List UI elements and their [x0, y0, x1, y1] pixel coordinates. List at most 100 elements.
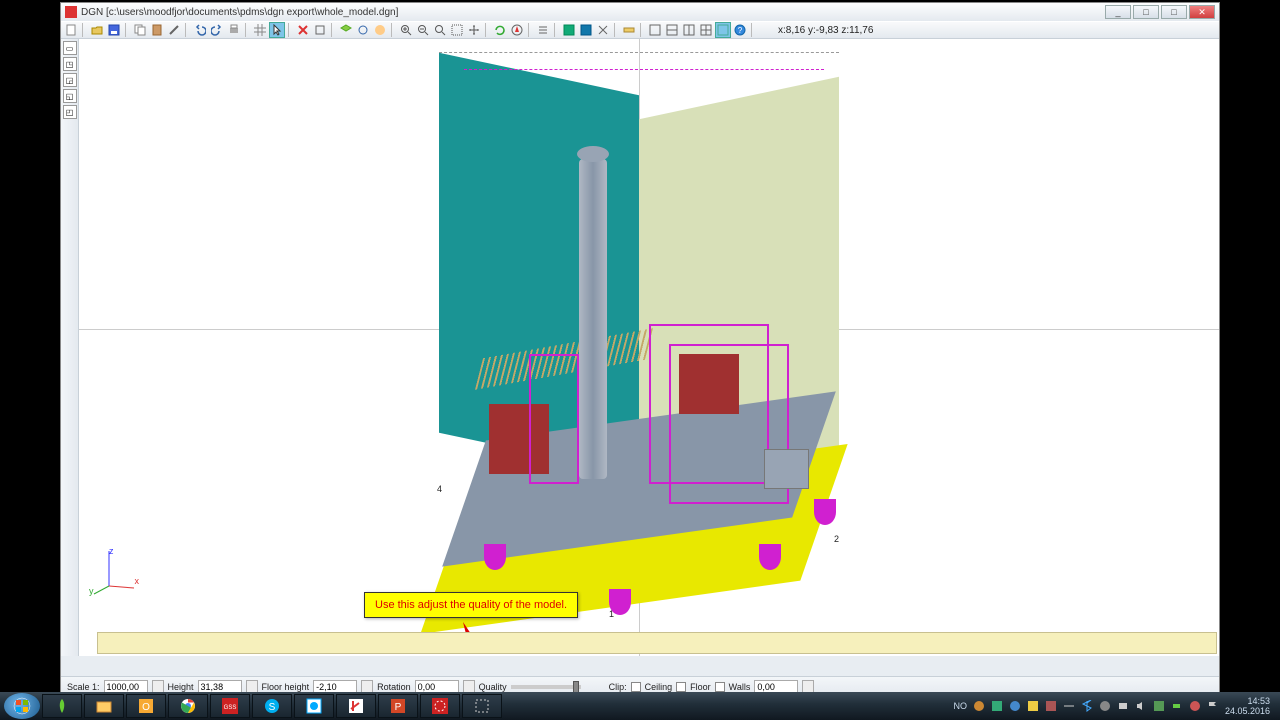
marker-2: 2 — [834, 534, 839, 544]
svg-text:GSS: GSS — [224, 705, 237, 711]
list-icon[interactable] — [535, 22, 551, 38]
tray-clock[interactable]: 14:53 24.05.2016 — [1225, 696, 1270, 716]
print-icon[interactable] — [226, 22, 242, 38]
window-b-icon[interactable] — [664, 22, 680, 38]
side-toolbar: ▭ ◳ ◲ ◱ ◰ — [61, 39, 79, 656]
zoom-out-icon[interactable] — [415, 22, 431, 38]
palette-icon[interactable] — [372, 22, 388, 38]
taskbar-skype-icon[interactable]: S — [252, 694, 292, 718]
ceiling-label: Ceiling — [645, 682, 673, 692]
tray-network-icon[interactable] — [1117, 700, 1129, 712]
copy-icon[interactable] — [132, 22, 148, 38]
tower-cap — [577, 146, 609, 162]
tray-icon-2[interactable] — [991, 700, 1003, 712]
export-b-icon[interactable] — [578, 22, 594, 38]
delete-icon[interactable] — [295, 22, 311, 38]
open-icon[interactable] — [89, 22, 105, 38]
floorheight-label: Floor height — [262, 682, 310, 692]
zoom-fit-icon[interactable] — [432, 22, 448, 38]
file-path: [c:\users\moodfjor\documents\pdms\dgn ex… — [106, 7, 398, 18]
rotation-label: Rotation — [377, 682, 411, 692]
taskbar-explorer-icon[interactable] — [84, 694, 124, 718]
tray-icon-4[interactable] — [1027, 700, 1039, 712]
support-foot-1 — [484, 544, 506, 570]
walls-checkbox[interactable] — [715, 682, 725, 692]
support-foot-3 — [759, 544, 781, 570]
quality-label: Quality — [479, 682, 507, 692]
taskbar-app-1[interactable] — [42, 694, 82, 718]
marker-4: 4 — [437, 484, 442, 494]
window-c-icon[interactable] — [681, 22, 697, 38]
paste-icon[interactable] — [149, 22, 165, 38]
tray-icon-1[interactable] — [973, 700, 985, 712]
view-icon[interactable] — [355, 22, 371, 38]
tooltip-annotation: Use this adjust the quality of the model… — [364, 592, 578, 618]
floor-label: Floor — [690, 682, 711, 692]
tray-bluetooth-icon[interactable] — [1081, 700, 1093, 712]
tray-icon-11[interactable] — [1153, 700, 1165, 712]
save-icon[interactable] — [106, 22, 122, 38]
tray-icon-5[interactable] — [1045, 700, 1057, 712]
support-foot-4 — [814, 499, 836, 525]
cursor-mode-icon[interactable] — [269, 22, 285, 38]
restore-button[interactable]: □ — [1133, 5, 1159, 19]
tray-icon-13[interactable] — [1189, 700, 1201, 712]
pan-icon[interactable] — [466, 22, 482, 38]
start-button[interactable] — [4, 693, 40, 719]
tray-icon-6[interactable] — [1063, 700, 1075, 712]
floor-checkbox[interactable] — [676, 682, 686, 692]
maximize-button[interactable]: □ — [1161, 5, 1187, 19]
tool-icon[interactable] — [166, 22, 182, 38]
tray-volume-icon[interactable] — [1135, 700, 1147, 712]
tray-lang[interactable]: NO — [953, 701, 967, 711]
taskbar-app-11[interactable] — [462, 694, 502, 718]
new-icon[interactable] — [63, 22, 79, 38]
window-a-icon[interactable] — [647, 22, 663, 38]
side-tool-3[interactable]: ◲ — [63, 73, 77, 87]
measure-icon[interactable] — [621, 22, 637, 38]
taskbar-app-10[interactable] — [420, 694, 460, 718]
taskbar: O GSS S P NO 14:53 24.05.2016 — [0, 692, 1280, 720]
quality-slider[interactable] — [511, 685, 581, 689]
main-toolbar: ? x:8,16 y:-9,83 z:11,76 — [61, 21, 1219, 39]
minimize-button[interactable]: _ — [1105, 5, 1131, 19]
side-tool-2[interactable]: ◳ — [63, 57, 77, 71]
cut-icon[interactable] — [595, 22, 611, 38]
grid-icon[interactable] — [252, 22, 268, 38]
equipment-cabinet — [764, 449, 809, 489]
taskbar-powerpoint-icon[interactable]: P — [378, 694, 418, 718]
svg-text:O: O — [142, 702, 150, 713]
tray-power-icon[interactable] — [1171, 700, 1183, 712]
properties-icon[interactable] — [312, 22, 328, 38]
taskbar-gss-icon[interactable]: GSS — [210, 694, 250, 718]
close-button[interactable]: ✕ — [1189, 5, 1215, 19]
viewport-3d[interactable]: 1 2 4 z y x Use this adjust the quality … — [79, 39, 1219, 656]
tray-icon-3[interactable] — [1009, 700, 1021, 712]
view3d-icon[interactable] — [715, 22, 731, 38]
side-tool-5[interactable]: ◰ — [63, 105, 77, 119]
ceiling-checkbox[interactable] — [631, 682, 641, 692]
taskbar-outlook-icon[interactable]: O — [126, 694, 166, 718]
zoom-in-icon[interactable] — [398, 22, 414, 38]
taskbar-chrome-icon[interactable] — [168, 694, 208, 718]
tray-icon-8[interactable] — [1099, 700, 1111, 712]
window-d-icon[interactable] — [698, 22, 714, 38]
refresh-icon[interactable] — [492, 22, 508, 38]
side-tool-1[interactable]: ▭ — [63, 41, 77, 55]
axis-gizmo: z y x — [89, 546, 139, 596]
app-window: DGN [c:\users\moodfjor\documents\pdms\dg… — [60, 2, 1220, 697]
zoom-window-icon[interactable] — [449, 22, 465, 38]
scale-label: Scale 1: — [67, 682, 100, 692]
redo-icon[interactable] — [209, 22, 225, 38]
undo-icon[interactable] — [192, 22, 208, 38]
system-tray: NO 14:53 24.05.2016 — [953, 696, 1276, 716]
help-icon[interactable]: ? — [732, 22, 748, 38]
layer-icon[interactable] — [338, 22, 354, 38]
taskbar-app-8[interactable] — [336, 694, 376, 718]
export-a-icon[interactable] — [561, 22, 577, 38]
compass-icon[interactable] — [509, 22, 525, 38]
taskbar-teamviewer-icon[interactable] — [294, 694, 334, 718]
titlebar[interactable]: DGN [c:\users\moodfjor\documents\pdms\dg… — [61, 3, 1219, 21]
tray-flag-icon[interactable] — [1207, 700, 1219, 712]
side-tool-4[interactable]: ◱ — [63, 89, 77, 103]
